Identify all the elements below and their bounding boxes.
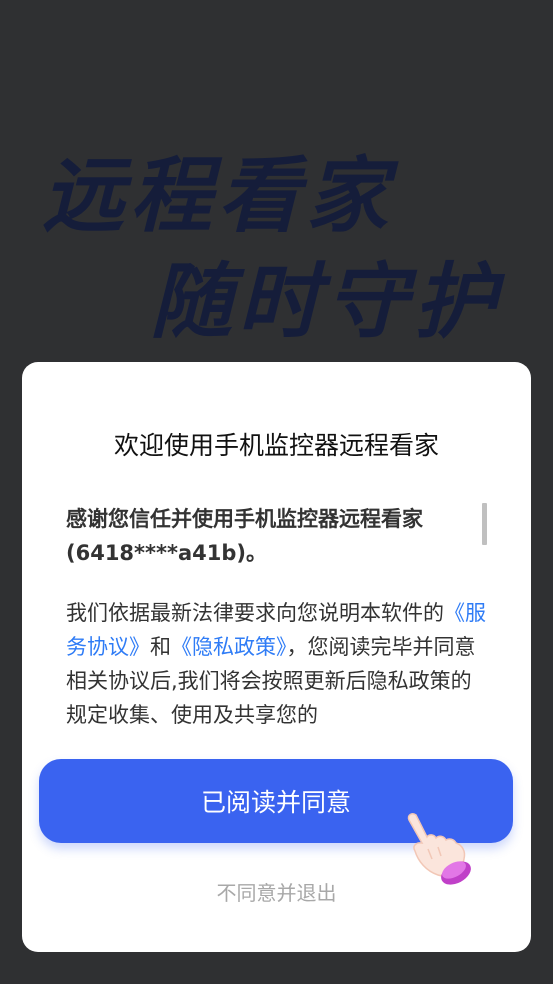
intro-text: 感谢您信任并使用手机监控器远程看家(6418****a41b)。 <box>66 507 423 565</box>
disagree-exit-link[interactable]: 不同意并退出 <box>22 877 531 906</box>
privacy-policy-link[interactable]: 《隐私政策》 <box>171 635 287 659</box>
body-prefix: 我们依据最新法律要求向您说明本软件的 <box>66 601 444 625</box>
agreement-content[interactable]: 感谢您信任并使用手机监控器远程看家(6418****a41b)。 我们依据最新法… <box>66 502 486 728</box>
pointing-hand-icon <box>404 809 476 887</box>
and-text: 和 <box>150 635 171 659</box>
scrollbar-thumb[interactable] <box>482 503 487 545</box>
slogan-line-1: 远程看家 <box>42 149 394 244</box>
slogan-line-2: 随时守护 <box>150 255 502 350</box>
agreement-body: 我们依据最新法律要求向您说明本软件的《服务协议》和《隐私政策》，您阅读完毕并同意… <box>66 596 486 728</box>
privacy-dialog: 欢迎使用手机监控器远程看家 感谢您信任并使用手机监控器远程看家(6418****… <box>22 362 531 952</box>
dialog-title: 欢迎使用手机监控器远程看家 <box>113 431 439 460</box>
